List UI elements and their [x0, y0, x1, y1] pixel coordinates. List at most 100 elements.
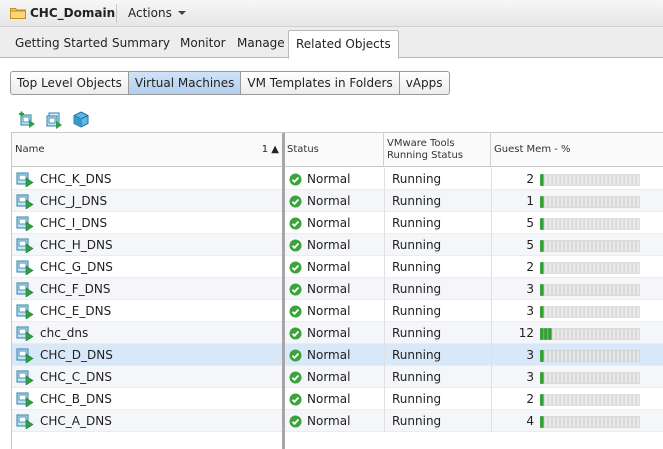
vm-name-cell[interactable]: CHC_K_DNS	[12, 168, 284, 190]
guest-mem-cell: 5	[491, 234, 663, 256]
tools-status-cell: Running	[384, 234, 491, 256]
subtab-vapps[interactable]: vApps	[400, 72, 449, 94]
tab-getting-started[interactable]: Getting Started	[15, 36, 108, 50]
tools-status-cell: Running	[384, 278, 491, 300]
column-header-guest-mem[interactable]: Guest Mem - %	[491, 133, 663, 167]
status-cell: Normal	[284, 278, 384, 300]
status-ok-icon	[289, 371, 302, 384]
vm-name-cell[interactable]: CHC_D_DNS	[12, 344, 284, 366]
vm-name-cell[interactable]: CHC_A_DNS	[12, 410, 284, 432]
status-cell: Normal	[284, 322, 384, 344]
guest-mem-cell: 2	[491, 388, 663, 410]
guest-mem-cell: 2	[491, 168, 663, 190]
tools-status-cell: Running	[384, 190, 491, 212]
vm-powered-on-icon	[16, 304, 34, 319]
guest-mem-bar	[540, 306, 640, 318]
table-row[interactable]: CHC_I_DNS Normal Running 5	[12, 212, 663, 234]
guest-mem-value: 2	[526, 260, 534, 274]
vm-name: CHC_H_DNS	[40, 238, 113, 252]
guest-mem-bar	[540, 394, 640, 406]
status-text: Normal	[307, 216, 351, 230]
status-ok-icon	[289, 349, 302, 362]
vm-name-cell[interactable]: CHC_G_DNS	[12, 256, 284, 278]
status-text: Normal	[307, 172, 351, 186]
status-ok-icon	[289, 173, 302, 186]
vm-name-cell[interactable]: CHC_B_DNS	[12, 388, 284, 410]
vm-name-cell[interactable]: CHC_F_DNS	[12, 278, 284, 300]
column-header-status[interactable]: Status	[284, 133, 384, 167]
status-text: Normal	[307, 392, 351, 406]
tab-manage[interactable]: Manage	[237, 36, 285, 50]
guest-mem-value: 5	[526, 238, 534, 252]
vm-name: CHC_G_DNS	[40, 260, 113, 274]
tools-status-cell: Running	[384, 344, 491, 366]
guest-mem-bar	[540, 218, 640, 230]
table-row[interactable]: CHC_B_DNS Normal Running 2	[12, 388, 663, 410]
vm-name-cell[interactable]: CHC_C_DNS	[12, 366, 284, 388]
vm-name-cell[interactable]: CHC_H_DNS	[12, 234, 284, 256]
actions-label: Actions	[128, 6, 172, 20]
table-row[interactable]: CHC_A_DNS Normal Running 4	[12, 410, 663, 432]
status-text: Normal	[307, 326, 351, 340]
subtab-top-level-objects[interactable]: Top Level Objects	[11, 72, 129, 94]
tab-related-objects[interactable]: Related Objects	[288, 30, 399, 59]
chevron-down-icon	[177, 11, 186, 15]
new-vm-icon[interactable]	[18, 111, 36, 129]
tab-monitor[interactable]: Monitor	[180, 36, 226, 50]
table-row[interactable]: CHC_D_DNS Normal Running 3	[12, 344, 663, 366]
vm-name-cell[interactable]: chc_dns	[12, 322, 284, 344]
tools-status-cell: Running	[384, 300, 491, 322]
guest-mem-bar	[540, 416, 640, 428]
table-row[interactable]: CHC_J_DNS Normal Running 1	[12, 190, 663, 212]
status-text: Normal	[307, 238, 351, 252]
grid-rows: CHC_K_DNS Normal Running 2 CHC_J_DNS Normal Ru…	[12, 168, 663, 432]
guest-mem-bar	[540, 174, 640, 186]
title-divider	[116, 4, 117, 23]
title-bar: CHC_Domain Actions	[0, 0, 663, 27]
tab-summary[interactable]: Summary	[112, 36, 170, 50]
tools-status-text: Running	[392, 260, 442, 274]
column-tools-label: VMware Tools Running Status	[387, 138, 464, 161]
column-header-name[interactable]: Name 1 ▲	[12, 133, 284, 167]
tools-status-text: Running	[392, 304, 442, 318]
status-ok-icon	[289, 415, 302, 428]
table-row[interactable]: CHC_C_DNS Normal Running 3	[12, 366, 663, 388]
column-resize-handle[interactable]	[282, 133, 285, 449]
guest-mem-bar	[540, 372, 640, 384]
tools-status-cell: Running	[384, 168, 491, 190]
table-row[interactable]: chc_dns Normal Running 12	[12, 322, 663, 344]
table-row[interactable]: CHC_H_DNS Normal Running 5	[12, 234, 663, 256]
guest-mem-value: 3	[526, 282, 534, 296]
vm-name-cell[interactable]: CHC_E_DNS	[12, 300, 284, 322]
subtab-virtual-machines[interactable]: Virtual Machines	[128, 72, 242, 94]
table-row[interactable]: CHC_F_DNS Normal Running 3	[12, 278, 663, 300]
vm-name-cell[interactable]: CHC_J_DNS	[12, 190, 284, 212]
guest-mem-cell: 5	[491, 212, 663, 234]
guest-mem-cell: 3	[491, 366, 663, 388]
vm-name: CHC_B_DNS	[40, 392, 112, 406]
status-ok-icon	[289, 261, 302, 274]
vm-name-cell[interactable]: CHC_I_DNS	[12, 212, 284, 234]
table-row[interactable]: CHC_K_DNS Normal Running 2	[12, 168, 663, 190]
actions-menu-button[interactable]: Actions	[128, 6, 186, 20]
ovf-template-icon[interactable]	[72, 111, 90, 129]
status-cell: Normal	[284, 168, 384, 190]
status-text: Normal	[307, 348, 351, 362]
table-row[interactable]: CHC_E_DNS Normal Running 3	[12, 300, 663, 322]
guest-mem-value: 12	[518, 326, 534, 340]
status-ok-icon	[289, 217, 302, 230]
status-text: Normal	[307, 260, 351, 274]
tools-status-text: Running	[392, 194, 442, 208]
tools-status-text: Running	[392, 370, 442, 384]
guest-mem-value: 4	[526, 414, 534, 428]
subtab-vm-templates[interactable]: VM Templates in Folders	[241, 72, 400, 94]
status-ok-icon	[289, 239, 302, 252]
guest-mem-bar	[540, 350, 640, 362]
guest-mem-bar	[540, 240, 640, 252]
guest-mem-value: 3	[526, 370, 534, 384]
deploy-vm-icon[interactable]	[45, 111, 63, 129]
table-row[interactable]: CHC_G_DNS Normal Running 2	[12, 256, 663, 278]
status-cell: Normal	[284, 256, 384, 278]
column-status-label: Status	[287, 144, 319, 155]
column-header-tools-status[interactable]: VMware Tools Running Status	[384, 133, 491, 167]
